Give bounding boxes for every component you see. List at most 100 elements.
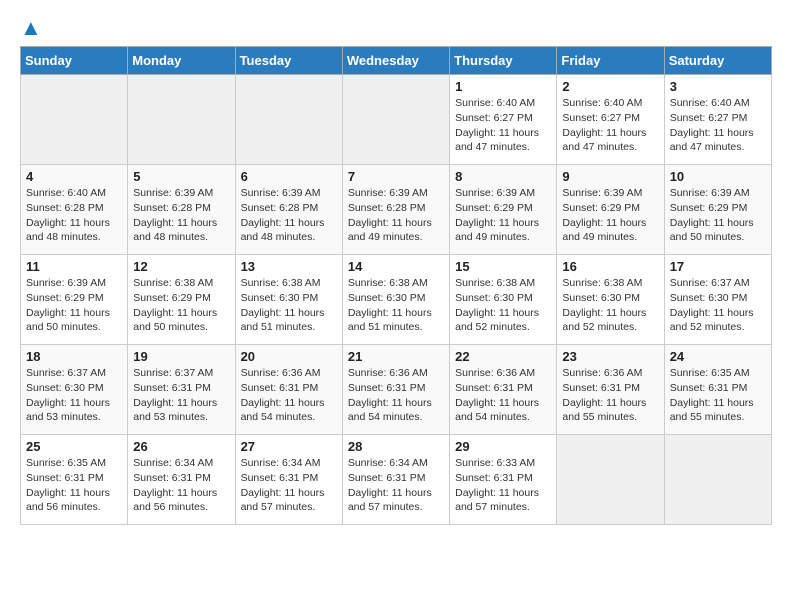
day-number: 10 bbox=[670, 169, 766, 184]
day-info: Sunrise: 6:39 AM Sunset: 6:28 PM Dayligh… bbox=[133, 186, 229, 245]
day-cell: 9 Sunrise: 6:39 AM Sunset: 6:29 PM Daylig… bbox=[557, 165, 664, 255]
day-number: 20 bbox=[241, 349, 337, 364]
day-cell: 16 Sunrise: 6:38 AM Sunset: 6:30 PM Dayli… bbox=[557, 255, 664, 345]
day-info: Sunrise: 6:40 AM Sunset: 6:27 PM Dayligh… bbox=[670, 96, 766, 155]
day-number: 18 bbox=[26, 349, 122, 364]
day-cell: 2 Sunrise: 6:40 AM Sunset: 6:27 PM Daylig… bbox=[557, 75, 664, 165]
weekday-header-thursday: Thursday bbox=[450, 47, 557, 75]
day-info: Sunrise: 6:34 AM Sunset: 6:31 PM Dayligh… bbox=[241, 456, 337, 515]
page: ▲ SundayMondayTuesdayWednesdayThursdayFr… bbox=[0, 0, 792, 541]
day-cell: 25 Sunrise: 6:35 AM Sunset: 6:31 PM Dayli… bbox=[21, 435, 128, 525]
day-cell: 28 Sunrise: 6:34 AM Sunset: 6:31 PM Dayli… bbox=[342, 435, 449, 525]
day-number: 21 bbox=[348, 349, 444, 364]
day-cell: 17 Sunrise: 6:37 AM Sunset: 6:30 PM Dayli… bbox=[664, 255, 771, 345]
day-number: 19 bbox=[133, 349, 229, 364]
weekday-header-row: SundayMondayTuesdayWednesdayThursdayFrid… bbox=[21, 47, 772, 75]
calendar-table: SundayMondayTuesdayWednesdayThursdayFrid… bbox=[20, 46, 772, 525]
day-cell: 8 Sunrise: 6:39 AM Sunset: 6:29 PM Daylig… bbox=[450, 165, 557, 255]
day-cell: 3 Sunrise: 6:40 AM Sunset: 6:27 PM Daylig… bbox=[664, 75, 771, 165]
day-info: Sunrise: 6:34 AM Sunset: 6:31 PM Dayligh… bbox=[348, 456, 444, 515]
day-info: Sunrise: 6:39 AM Sunset: 6:29 PM Dayligh… bbox=[562, 186, 658, 245]
day-info: Sunrise: 6:36 AM Sunset: 6:31 PM Dayligh… bbox=[455, 366, 551, 425]
day-number: 1 bbox=[455, 79, 551, 94]
day-info: Sunrise: 6:36 AM Sunset: 6:31 PM Dayligh… bbox=[241, 366, 337, 425]
day-cell: 13 Sunrise: 6:38 AM Sunset: 6:30 PM Dayli… bbox=[235, 255, 342, 345]
day-info: Sunrise: 6:37 AM Sunset: 6:31 PM Dayligh… bbox=[133, 366, 229, 425]
day-info: Sunrise: 6:40 AM Sunset: 6:27 PM Dayligh… bbox=[455, 96, 551, 155]
day-info: Sunrise: 6:36 AM Sunset: 6:31 PM Dayligh… bbox=[348, 366, 444, 425]
day-number: 14 bbox=[348, 259, 444, 274]
day-number: 29 bbox=[455, 439, 551, 454]
day-cell: 24 Sunrise: 6:35 AM Sunset: 6:31 PM Dayli… bbox=[664, 345, 771, 435]
day-info: Sunrise: 6:36 AM Sunset: 6:31 PM Dayligh… bbox=[562, 366, 658, 425]
day-number: 3 bbox=[670, 79, 766, 94]
weekday-header-tuesday: Tuesday bbox=[235, 47, 342, 75]
day-number: 22 bbox=[455, 349, 551, 364]
day-cell bbox=[557, 435, 664, 525]
day-cell: 5 Sunrise: 6:39 AM Sunset: 6:28 PM Daylig… bbox=[128, 165, 235, 255]
day-cell: 19 Sunrise: 6:37 AM Sunset: 6:31 PM Dayli… bbox=[128, 345, 235, 435]
day-number: 27 bbox=[241, 439, 337, 454]
day-cell: 29 Sunrise: 6:33 AM Sunset: 6:31 PM Dayli… bbox=[450, 435, 557, 525]
weekday-header-friday: Friday bbox=[557, 47, 664, 75]
day-cell: 23 Sunrise: 6:36 AM Sunset: 6:31 PM Dayli… bbox=[557, 345, 664, 435]
week-row-2: 4 Sunrise: 6:40 AM Sunset: 6:28 PM Daylig… bbox=[21, 165, 772, 255]
day-number: 15 bbox=[455, 259, 551, 274]
day-cell bbox=[21, 75, 128, 165]
day-number: 23 bbox=[562, 349, 658, 364]
day-number: 28 bbox=[348, 439, 444, 454]
day-number: 11 bbox=[26, 259, 122, 274]
day-cell: 22 Sunrise: 6:36 AM Sunset: 6:31 PM Dayli… bbox=[450, 345, 557, 435]
day-number: 13 bbox=[241, 259, 337, 274]
day-cell bbox=[235, 75, 342, 165]
day-number: 24 bbox=[670, 349, 766, 364]
day-cell: 21 Sunrise: 6:36 AM Sunset: 6:31 PM Dayli… bbox=[342, 345, 449, 435]
weekday-header-wednesday: Wednesday bbox=[342, 47, 449, 75]
day-cell: 1 Sunrise: 6:40 AM Sunset: 6:27 PM Daylig… bbox=[450, 75, 557, 165]
day-cell: 14 Sunrise: 6:38 AM Sunset: 6:30 PM Dayli… bbox=[342, 255, 449, 345]
day-info: Sunrise: 6:35 AM Sunset: 6:31 PM Dayligh… bbox=[670, 366, 766, 425]
day-info: Sunrise: 6:39 AM Sunset: 6:28 PM Dayligh… bbox=[348, 186, 444, 245]
day-cell: 7 Sunrise: 6:39 AM Sunset: 6:28 PM Daylig… bbox=[342, 165, 449, 255]
day-cell: 20 Sunrise: 6:36 AM Sunset: 6:31 PM Dayli… bbox=[235, 345, 342, 435]
logo: ▲ bbox=[20, 16, 42, 36]
day-info: Sunrise: 6:35 AM Sunset: 6:31 PM Dayligh… bbox=[26, 456, 122, 515]
day-number: 9 bbox=[562, 169, 658, 184]
day-number: 7 bbox=[348, 169, 444, 184]
day-info: Sunrise: 6:38 AM Sunset: 6:29 PM Dayligh… bbox=[133, 276, 229, 335]
day-info: Sunrise: 6:38 AM Sunset: 6:30 PM Dayligh… bbox=[562, 276, 658, 335]
day-info: Sunrise: 6:38 AM Sunset: 6:30 PM Dayligh… bbox=[241, 276, 337, 335]
day-cell: 6 Sunrise: 6:39 AM Sunset: 6:28 PM Daylig… bbox=[235, 165, 342, 255]
weekday-header-saturday: Saturday bbox=[664, 47, 771, 75]
day-number: 8 bbox=[455, 169, 551, 184]
week-row-4: 18Sunrise: 6:37 AM Sunset: 6:30 PM Dayli… bbox=[21, 345, 772, 435]
day-info: Sunrise: 6:33 AM Sunset: 6:31 PM Dayligh… bbox=[455, 456, 551, 515]
day-info: Sunrise: 6:37 AM Sunset: 6:30 PM Dayligh… bbox=[670, 276, 766, 335]
week-row-5: 25 Sunrise: 6:35 AM Sunset: 6:31 PM Dayli… bbox=[21, 435, 772, 525]
header: ▲ bbox=[20, 16, 772, 36]
day-number: 25 bbox=[26, 439, 122, 454]
day-info: Sunrise: 6:40 AM Sunset: 6:28 PM Dayligh… bbox=[26, 186, 122, 245]
day-cell: 15Sunrise: 6:38 AM Sunset: 6:30 PM Dayli… bbox=[450, 255, 557, 345]
day-cell: 4 Sunrise: 6:40 AM Sunset: 6:28 PM Daylig… bbox=[21, 165, 128, 255]
day-number: 4 bbox=[26, 169, 122, 184]
day-number: 16 bbox=[562, 259, 658, 274]
day-number: 17 bbox=[670, 259, 766, 274]
day-number: 12 bbox=[133, 259, 229, 274]
day-info: Sunrise: 6:39 AM Sunset: 6:29 PM Dayligh… bbox=[455, 186, 551, 245]
day-number: 5 bbox=[133, 169, 229, 184]
day-number: 2 bbox=[562, 79, 658, 94]
day-cell: 10 Sunrise: 6:39 AM Sunset: 6:29 PM Dayli… bbox=[664, 165, 771, 255]
week-row-3: 11 Sunrise: 6:39 AM Sunset: 6:29 PM Dayli… bbox=[21, 255, 772, 345]
day-info: Sunrise: 6:40 AM Sunset: 6:27 PM Dayligh… bbox=[562, 96, 658, 155]
day-cell: 12 Sunrise: 6:38 AM Sunset: 6:29 PM Dayli… bbox=[128, 255, 235, 345]
day-info: Sunrise: 6:39 AM Sunset: 6:29 PM Dayligh… bbox=[670, 186, 766, 245]
day-info: Sunrise: 6:39 AM Sunset: 6:28 PM Dayligh… bbox=[241, 186, 337, 245]
week-row-1: 1 Sunrise: 6:40 AM Sunset: 6:27 PM Daylig… bbox=[21, 75, 772, 165]
weekday-header-sunday: Sunday bbox=[21, 47, 128, 75]
day-cell: 27 Sunrise: 6:34 AM Sunset: 6:31 PM Dayli… bbox=[235, 435, 342, 525]
day-number: 26 bbox=[133, 439, 229, 454]
day-info: Sunrise: 6:39 AM Sunset: 6:29 PM Dayligh… bbox=[26, 276, 122, 335]
day-number: 6 bbox=[241, 169, 337, 184]
day-info: Sunrise: 6:38 AM Sunset: 6:30 PM Dayligh… bbox=[348, 276, 444, 335]
